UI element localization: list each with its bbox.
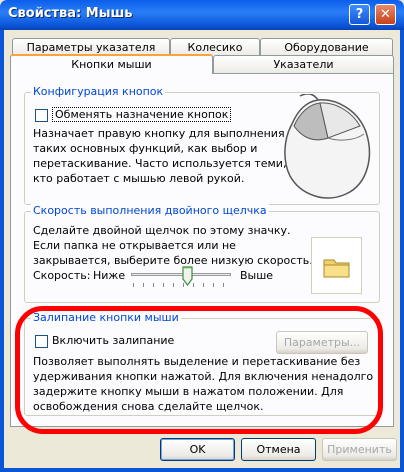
slider-tick <box>203 283 204 287</box>
double-click-description-line-2: Если папка не открывается или не <box>33 239 236 252</box>
tab-hardware[interactable]: Оборудование <box>260 38 393 56</box>
mouse-icon <box>284 94 371 199</box>
title-bar[interactable]: Свойства: Мышь ? ✕ <box>0 0 404 30</box>
double-click-label: Скорость выполнения двойного щелчка <box>31 204 269 217</box>
folder-icon[interactable] <box>312 238 361 293</box>
swap-buttons-checkbox[interactable] <box>35 109 48 122</box>
test-folder-box[interactable] <box>311 237 362 294</box>
slider-tick <box>163 283 164 287</box>
slider-tick <box>153 283 154 287</box>
button-config-label: Конфигурация кнопок <box>31 85 166 98</box>
click-lock-description-line-2: удерживания кнопки нажатой. Для включени… <box>33 370 374 383</box>
slider-tick <box>173 283 174 287</box>
slider-tick <box>143 283 144 287</box>
swap-description-line-3: перетаскивание. Часто используется теми, <box>33 157 287 170</box>
slider-tick <box>193 283 194 287</box>
tab-buttons[interactable]: Кнопки мыши <box>10 54 213 74</box>
click-lock-checkbox-label[interactable]: Включить залипание <box>52 333 174 348</box>
slider-tick <box>223 283 224 287</box>
click-lock-description-line-4: освобождения снова сделайте щелчок. <box>33 400 264 413</box>
click-lock-label: Залипание кнопки мыши <box>31 311 181 324</box>
swap-description-line-4: кто работает с мышью левой рукой. <box>33 172 245 185</box>
slider-tick <box>133 283 134 287</box>
click-lock-checkbox[interactable] <box>35 335 48 348</box>
swap-description-line-1: Назначает правую кнопку для выполнения <box>33 127 285 140</box>
apply-button[interactable]: Применить <box>322 438 397 461</box>
double-click-description-line-1: Сделайте двойной щелчок по этому значку. <box>33 224 291 237</box>
speed-low-label: Ниже <box>93 269 126 282</box>
swap-buttons-label[interactable]: Обменять назначение кнопок <box>52 107 232 122</box>
speed-slider-thumb[interactable] <box>182 266 193 286</box>
speed-label: Скорость: <box>33 269 91 282</box>
window-title: Свойства: Мышь <box>8 6 133 21</box>
help-button[interactable]: ? <box>349 4 370 25</box>
click-lock-settings-button[interactable]: Параметры... <box>276 331 368 354</box>
cancel-button[interactable]: Отмена <box>241 438 316 461</box>
swap-description-line-2: таких основных функций, как выбор и <box>33 142 258 155</box>
speed-slider-track[interactable] <box>131 273 231 276</box>
double-click-description-line-3: закрывается, выберите более низкую скоро… <box>33 254 313 267</box>
tab-pointers[interactable]: Указатели <box>213 55 394 73</box>
close-button[interactable]: ✕ <box>375 4 396 25</box>
ok-button[interactable]: OK <box>160 438 235 461</box>
slider-tick <box>213 283 214 287</box>
speed-high-label: Выше <box>240 269 274 282</box>
click-lock-description-line-3: задержите кнопку мыши в нажатом положени… <box>33 385 344 398</box>
click-lock-description-line-1: Позволяет выполнять выделение и перетаск… <box>33 355 361 368</box>
